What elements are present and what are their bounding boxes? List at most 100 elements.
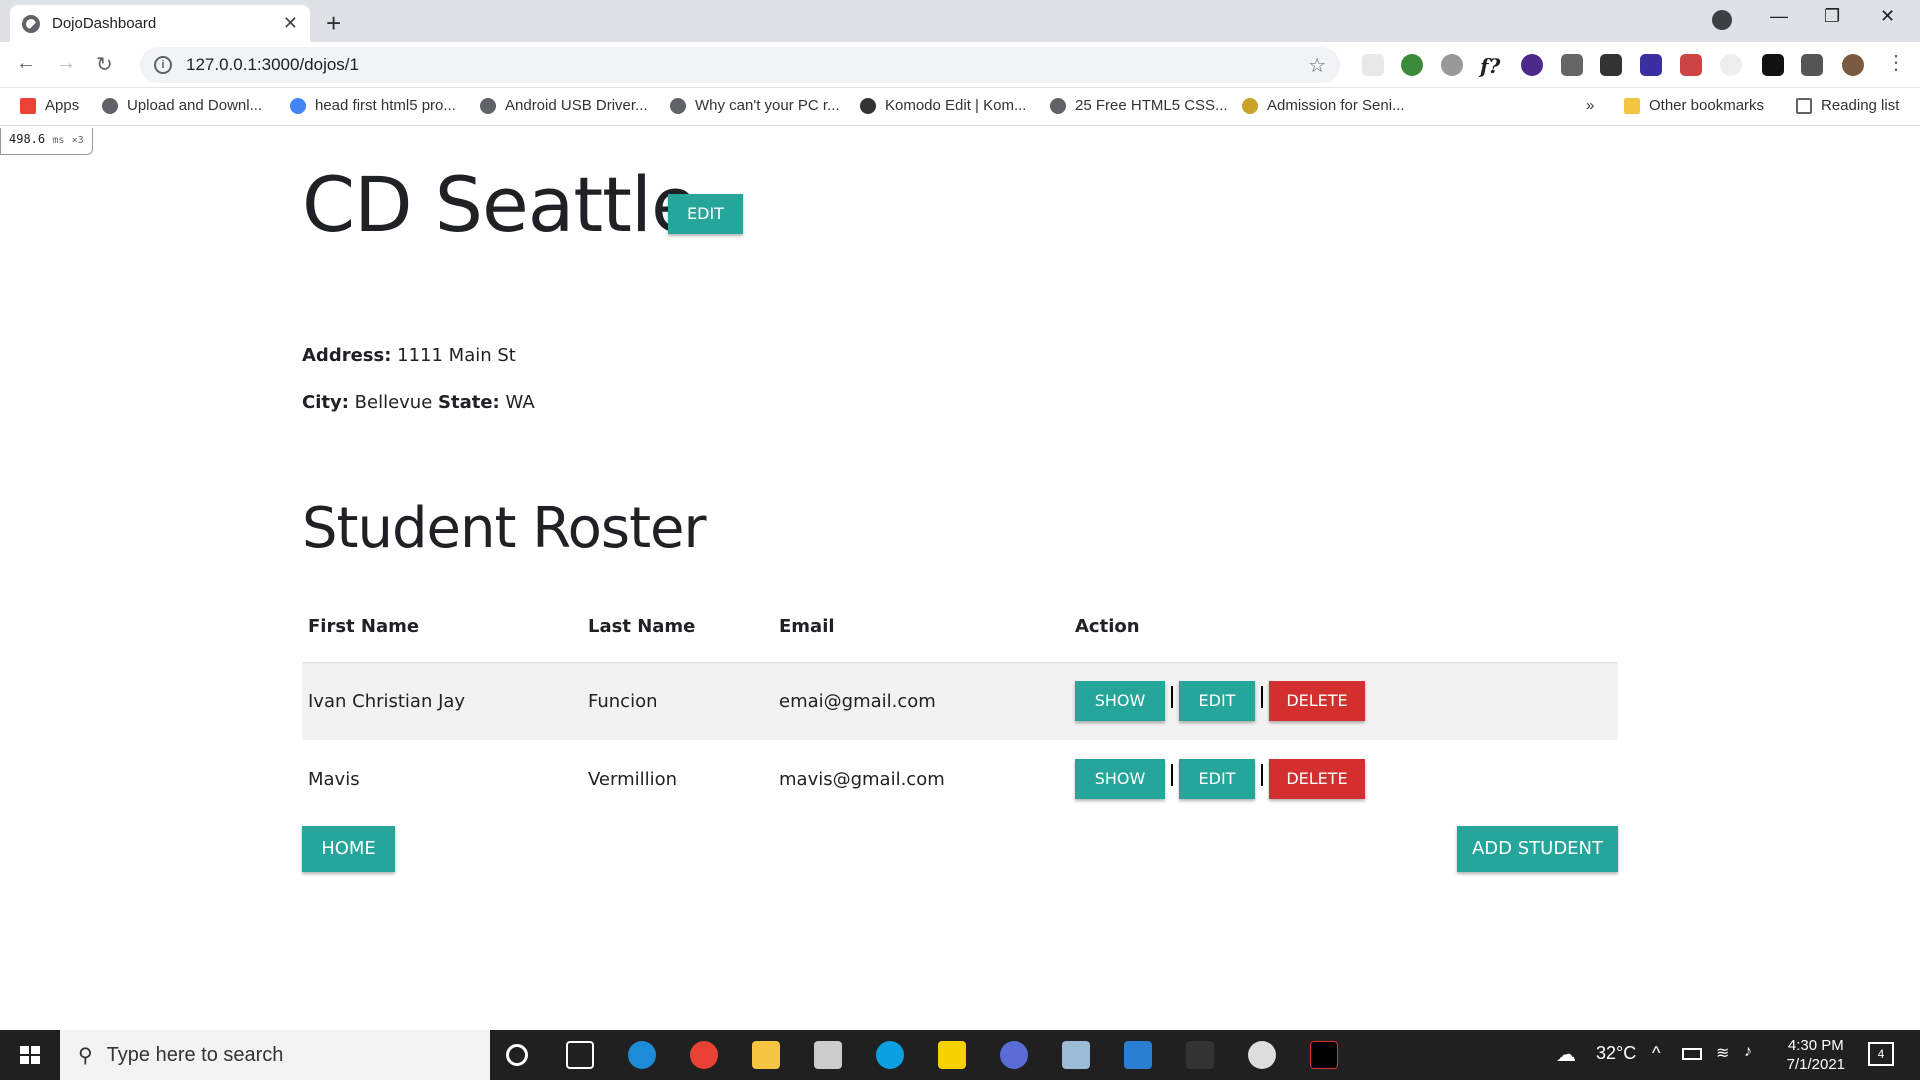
header-email: Email [773,592,1069,663]
extension-fx-icon[interactable]: f? [1480,54,1502,78]
home-button[interactable]: HOME [302,826,395,872]
dojo-title: CD Seattle [302,160,698,249]
taskbar-search-box[interactable]: ⚲ Type here to search [60,1030,490,1080]
student-table: First Name Last Name Email Action Ivan C… [302,592,1618,818]
weather-icon[interactable]: ☁ [1556,1042,1576,1067]
divider [1171,764,1173,786]
bookmark-item[interactable]: Admission for Seni... [1242,97,1405,114]
reading-list[interactable]: Reading list [1796,97,1899,114]
extension-cap-icon[interactable] [1640,54,1662,76]
battery-icon[interactable] [1682,1048,1702,1060]
bookmark-item[interactable]: Komodo Edit | Kom... [860,97,1026,114]
bookmark-item[interactable]: Android USB Driver... [480,97,648,114]
apps-grid-icon [20,97,36,114]
file-explorer-icon[interactable] [752,1041,780,1069]
other-bookmarks[interactable]: Other bookmarks [1624,97,1764,114]
bookmark-item[interactable]: Upload and Downl... [102,97,262,114]
cortana-icon[interactable] [506,1044,528,1066]
temperature[interactable]: 32°C [1596,1043,1636,1064]
close-window-icon[interactable]: ✕ [1880,6,1895,27]
globe-icon [1050,97,1066,114]
address-bar[interactable]: i 127.0.0.1:3000/dojos/1 ☆ [140,47,1340,83]
browser-tabstrip: DojoDashboard ✕ + — ❐ ✕ [0,0,1920,42]
header-first-name: First Name [302,592,582,663]
globe-icon [480,97,496,114]
sublime-text-icon[interactable] [1186,1041,1214,1069]
new-tab-icon[interactable]: + [326,8,341,39]
search-icon: ⚲ [78,1044,93,1067]
windows-taskbar: ⚲ Type here to search ☁ 32°C ^ ≋ ♪ 4:30 … [0,1030,1920,1080]
bookmark-item[interactable]: head first html5 pro... [290,97,456,114]
volume-icon[interactable]: ♪ [1744,1043,1752,1061]
edge-icon[interactable] [628,1041,656,1069]
add-student-button[interactable]: ADD STUDENT [1457,826,1618,872]
messenger-icon[interactable] [1000,1041,1028,1069]
forward-icon[interactable]: → [56,52,76,75]
terminal-icon[interactable] [1310,1041,1338,1069]
extension-circle-icon[interactable] [1720,54,1742,76]
bookmark-item[interactable]: Why can't your PC r... [670,97,840,114]
bookmark-item[interactable]: 25 Free HTML5 CSS... [1050,97,1228,114]
edit-student-button[interactable]: EDIT [1179,681,1255,722]
tray-chevron-icon[interactable]: ^ [1652,1043,1660,1064]
bookmark-star-icon[interactable]: ☆ [1308,53,1326,78]
email-cell: mavis@gmail.com [779,768,945,790]
delete-student-button[interactable]: DELETE [1269,681,1365,722]
wifi-icon[interactable]: ≋ [1716,1043,1729,1063]
bookmarks-bar: Apps Upload and Downl... head first html… [0,88,1920,126]
url-text: 127.0.0.1:3000/dojos/1 [186,55,359,74]
show-student-button[interactable]: SHOW [1075,681,1165,722]
extension-flower-icon[interactable] [1680,54,1702,76]
seal-icon [1242,97,1258,114]
browser-toolbar: ← → ↻ i 127.0.0.1:3000/dojos/1 ☆ f? ⋮ [0,42,1920,88]
show-student-button[interactable]: SHOW [1075,759,1165,799]
city-state-line: City: Bellevue State: WA [302,392,535,413]
edit-dojo-button[interactable]: EDIT [668,194,743,234]
divider [1171,686,1173,709]
bookmark-apps[interactable]: Apps [20,97,79,114]
timing-badge: 498.6 ms ×3 [0,128,93,155]
clock-app-icon[interactable] [1248,1041,1276,1069]
extension-globe-icon[interactable] [1401,54,1423,76]
start-button[interactable] [0,1030,60,1080]
tab-title: DojoDashboard [52,15,157,32]
header-last-name: Last Name [582,592,773,663]
restore-icon[interactable]: ❐ [1824,6,1840,27]
reading-list-icon [1796,97,1812,114]
site-info-icon[interactable]: i [154,56,172,74]
extension-download-icon[interactable] [1521,54,1543,76]
table-row: Mavis Vermillion mavis@gmail.com SHOW EDI… [302,740,1618,818]
more-bookmarks-chevron[interactable]: » [1586,97,1594,114]
last-name-cell: Funcion [582,662,773,740]
notepad-icon[interactable] [1062,1041,1090,1069]
delete-student-button[interactable]: DELETE [1269,759,1365,799]
extension-code-icon[interactable] [1762,54,1784,76]
back-icon[interactable]: ← [16,52,36,75]
minimize-icon[interactable]: — [1770,6,1788,27]
extension-gear-icon[interactable] [1441,54,1463,76]
first-name-cell: Mavis [308,768,360,790]
close-tab-icon[interactable]: ✕ [283,13,298,34]
extensions-puzzle-icon[interactable] [1801,54,1823,76]
photos-icon[interactable] [1124,1041,1152,1069]
extension-grid-icon[interactable] [1600,54,1622,76]
profile-avatar[interactable] [1842,54,1864,76]
globe-icon [670,97,686,114]
skype-icon[interactable] [876,1041,904,1069]
notifications-icon[interactable]: 4 [1868,1042,1894,1066]
extension-blank-icon[interactable] [1362,54,1384,76]
profile-menu-icon[interactable] [1712,10,1732,30]
reload-icon[interactable]: ↻ [96,52,113,77]
sticky-notes-icon[interactable] [938,1041,966,1069]
task-view-icon[interactable] [566,1041,594,1069]
header-action: Action [1069,592,1618,663]
menu-kebab-icon[interactable]: ⋮ [1886,50,1906,75]
store-icon[interactable] [814,1041,842,1069]
extension-eyedropper-icon[interactable] [1561,54,1583,76]
table-row: Ivan Christian Jay Funcion emai@gmail.co… [302,662,1618,740]
table-header-row: First Name Last Name Email Action [302,592,1618,663]
browser-tab[interactable]: DojoDashboard ✕ [10,5,310,42]
taskbar-clock[interactable]: 4:30 PM 7/1/2021 [1787,1036,1845,1074]
edit-student-button[interactable]: EDIT [1179,759,1255,799]
chrome-icon[interactable] [690,1041,718,1069]
